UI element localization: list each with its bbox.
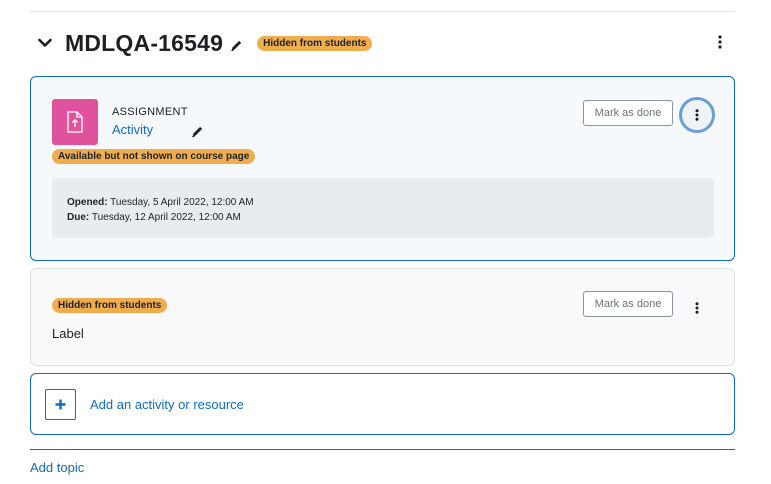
bottom-divider xyxy=(30,449,735,450)
availability-badge: Available but not shown on course page xyxy=(52,149,256,164)
activity-menu-kebab-icon[interactable] xyxy=(679,97,715,133)
pencil-icon[interactable] xyxy=(227,36,245,54)
chevron-down-icon[interactable] xyxy=(30,28,60,58)
status-badge: Hidden from students xyxy=(257,35,373,51)
label-activity-card: Hidden from students Label Mark as done xyxy=(30,268,735,366)
top-divider xyxy=(30,11,735,12)
section-title: MDLQA-16549 xyxy=(65,29,224,56)
status-badge: Hidden from students xyxy=(52,298,168,313)
section-menu-kebab-icon[interactable] xyxy=(709,31,731,53)
pencil-icon[interactable] xyxy=(189,123,205,139)
mark-as-done-button[interactable]: Mark as done xyxy=(583,100,673,126)
add-activity-label[interactable]: Add an activity or resource xyxy=(90,397,244,412)
label-content: Label xyxy=(52,326,84,341)
assignment-icon[interactable] xyxy=(52,99,98,145)
mark-as-done-button[interactable]: Mark as done xyxy=(583,291,673,317)
activity-type-label: ASSIGNMENT xyxy=(112,106,188,118)
activity-dates: Opened: Tuesday, 5 April 2022, 12:00 AM … xyxy=(52,178,714,238)
section-header: MDLQA-16549 Hidden from students xyxy=(30,26,735,60)
activity-name-link[interactable]: Activity xyxy=(112,122,153,137)
add-activity-button[interactable]: Add an activity or resource xyxy=(30,373,735,435)
plus-icon[interactable] xyxy=(45,389,76,420)
assignment-activity-card: ASSIGNMENT Activity Available but not sh… xyxy=(30,76,735,261)
label-menu-kebab-icon[interactable] xyxy=(686,297,708,319)
due-date: Due: Tuesday, 12 April 2022, 12:00 AM xyxy=(67,212,241,223)
opened-date: Opened: Tuesday, 5 April 2022, 12:00 AM xyxy=(67,197,254,208)
add-topic-link[interactable]: Add topic xyxy=(30,460,84,475)
